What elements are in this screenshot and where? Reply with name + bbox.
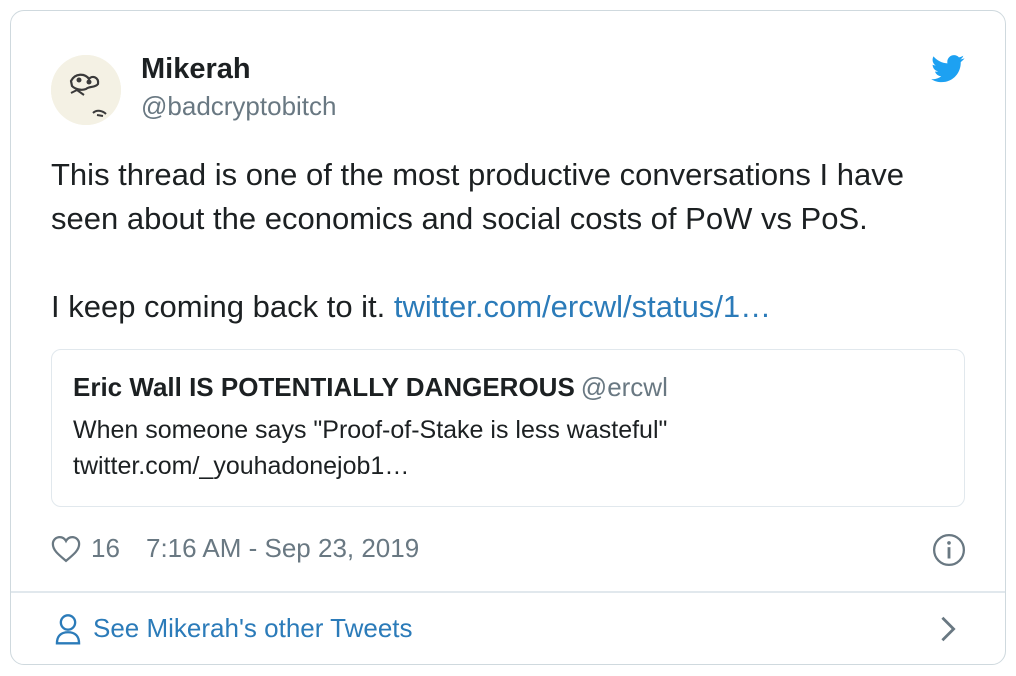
person-icon [55,614,81,645]
heart-icon[interactable] [51,535,81,563]
embedded-tweet-card: Mikerah @badcryptobitch This thread is o… [10,10,1006,665]
quoted-author-handle: @ercwl [580,372,668,402]
tweet-meta: 16 7:16 AM - Sep 23, 2019 [51,531,971,567]
quoted-author-name: Eric Wall IS POTENTIALLY DANGEROUS [73,372,575,402]
chevron-right-icon [941,616,956,642]
info-icon[interactable] [932,533,966,567]
tweet-timestamp[interactable]: 7:16 AM - Sep 23, 2019 [146,533,419,564]
quoted-text-line: When someone says "Proof-of-Stake is les… [73,416,668,444]
quoted-tweet[interactable]: Eric Wall IS POTENTIALLY DANGEROUS @ercwl… [51,349,965,507]
see-other-tweets-link[interactable]: See Mikerah's other Tweets [11,593,1005,664]
see-other-tweets-label: See Mikerah's other Tweets [93,613,413,643]
tweet-text: This thread is one of the most productiv… [51,153,951,329]
tweet-paragraph-text: I keep coming back to it. [51,289,394,324]
quoted-tweet-text: When someone says "Proof-of-Stake is les… [73,412,667,484]
avatar[interactable] [51,55,121,125]
twitter-bird-icon[interactable] [931,55,965,83]
author-handle[interactable]: @badcryptobitch [141,91,337,122]
like-count: 16 [91,533,120,563]
quoted-tweet-header: Eric Wall IS POTENTIALLY DANGEROUS @ercwl [73,372,668,403]
quoted-text-link: twitter.com/_youhadonejob1… [73,452,410,480]
tweet-paragraph: This thread is one of the most productiv… [51,157,904,236]
thread-link[interactable]: twitter.com/ercwl/status/1… [394,289,771,324]
avatar-illustration [51,55,121,125]
author-display-name[interactable]: Mikerah [141,53,251,86]
tweet-paragraph: I keep coming back to it. twitter.com/er… [51,285,951,329]
